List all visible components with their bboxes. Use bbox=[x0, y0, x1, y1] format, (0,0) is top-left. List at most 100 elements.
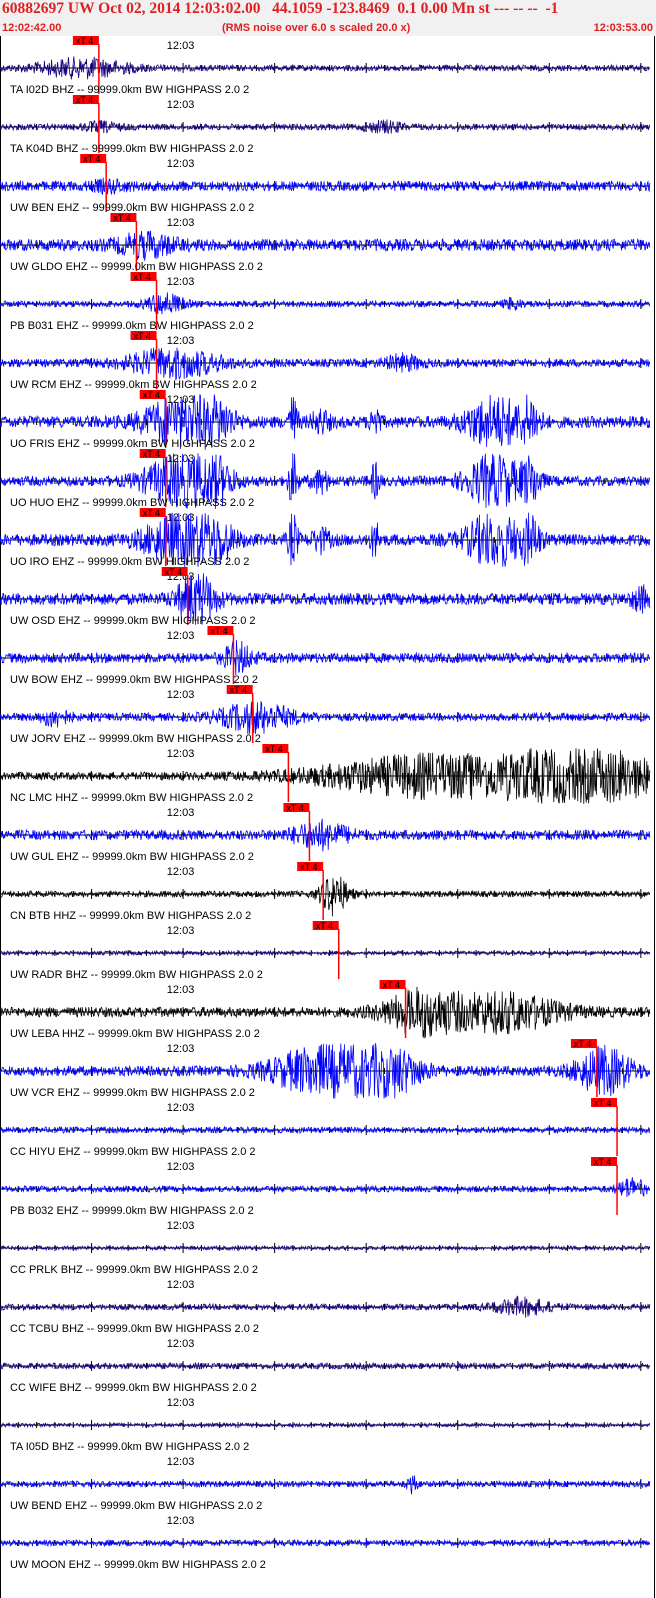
waveform bbox=[0, 230, 651, 261]
trace-label: UW JORV EHZ -- 99999.0km BW HIGHPASS 2.0… bbox=[10, 733, 261, 745]
pick-label: xT 4 bbox=[134, 331, 151, 341]
trace-row: 12:03 CC WIFE BHZ -- 99999.0km BW HIGHPAS… bbox=[0, 1338, 650, 1394]
minute-label: 12:03 bbox=[167, 984, 195, 996]
waveform bbox=[0, 1475, 651, 1495]
header-bar: 60882697 UW Oct 02, 2014 12:03:02.00 44.… bbox=[0, 0, 656, 36]
pick-label: xT 4 bbox=[143, 508, 160, 518]
minute-label: 12:03 bbox=[167, 925, 195, 937]
start-time: 12:02:42.00 bbox=[2, 22, 62, 34]
trace-row: 12:03xT 4UO IRO EHZ -- 99999.0km BW HIGH… bbox=[0, 508, 651, 568]
minute-label: 12:03 bbox=[167, 217, 195, 229]
waveform bbox=[0, 347, 651, 381]
minute-label: 12:03 bbox=[167, 335, 195, 347]
trace-row: 12:03 UW MOON EHZ -- 99999.0km BW HIGHPAS… bbox=[0, 1515, 651, 1571]
trace-row: 12:03 xT 4 NC LMC HHZ -- 99999.0km BW HIGH… bbox=[0, 744, 651, 804]
trace-row: 12:03xT 4UW OSD EHZ -- 99999.0km BW HIGH… bbox=[0, 567, 651, 627]
pick-label: xT 4 bbox=[594, 1157, 611, 1167]
trace-label: CN BTB HHZ -- 99999.0km BW HIGHPASS 2.0 … bbox=[10, 910, 251, 922]
trace-label: UO HUO EHZ -- 99999.0km BW HIGHPASS 2.0 … bbox=[10, 497, 254, 509]
trace-label: UW MOON EHZ -- 99999.0km BW HIGHPASS 2.0… bbox=[10, 1559, 266, 1571]
trace-label: UO FRIS EHZ -- 99999.0km BW HIGHPASS 2.0… bbox=[10, 438, 255, 450]
trace-row: 12:03 xT 4 UW BOW EHZ -- 99999.0km BW HIGH… bbox=[0, 626, 651, 686]
pick-label: xT 4 bbox=[76, 95, 93, 105]
trace-label: TA I02D BHZ -- 99999.0km BW HIGHPASS 2.0… bbox=[10, 84, 249, 96]
waveform bbox=[0, 1177, 651, 1198]
pick-label: xT 4 bbox=[316, 921, 333, 931]
pick-label: xT 4 bbox=[265, 744, 282, 754]
minute-label: 12:03 bbox=[167, 1043, 195, 1055]
minute-label: 12:03 bbox=[167, 1279, 195, 1291]
minute-label: 12:03 bbox=[167, 99, 195, 111]
minute-label: 12:03 bbox=[167, 1397, 195, 1409]
trace-label: CC WIFE BHZ -- 99999.0km BW HIGHPASS 2.0… bbox=[10, 1382, 257, 1394]
trace-label: PB B032 EHZ -- 99999.0km BW HIGHPASS 2.0… bbox=[10, 1205, 254, 1217]
pick-label: xT 4 bbox=[383, 980, 400, 990]
trace-row: 12:03 xT 4 CC HIYU EHZ -- 99999.0km BW HIG… bbox=[0, 1098, 651, 1158]
trace-row: 12:03 xT 4 PB B031 EHZ -- 99999.0km BW HIG… bbox=[0, 272, 651, 332]
trace-label: UW BEN EHZ -- 99999.0km BW HIGHPASS 2.0 … bbox=[10, 202, 254, 214]
waveform bbox=[0, 292, 651, 315]
trace-row: 12:03 xT 4 UW RCM EHZ -- 99999.0km BW HIGH… bbox=[0, 331, 651, 391]
pick-label: xT 4 bbox=[210, 626, 227, 636]
pick-label: xT 4 bbox=[134, 272, 151, 282]
pick-label: xT 4 bbox=[574, 1039, 591, 1049]
trace-row: 12:03 xT 4 UW RADR BHZ -- 99999.0km BW HIG… bbox=[0, 921, 651, 981]
trace-label: NC LMC HHZ -- 99999.0km BW HIGHPASS 2.0 … bbox=[10, 792, 253, 804]
trace-row: 12:03 TA I05D BHZ -- 99999.0km BW HIGHPAS… bbox=[0, 1397, 651, 1453]
minute-label: 12:03 bbox=[167, 1456, 195, 1468]
end-time: 12:03:53.00 bbox=[593, 22, 653, 34]
trace-label: UW GUL EHZ -- 99999.0km BW HIGHPASS 2.0 … bbox=[10, 851, 254, 863]
minute-label: 12:03 bbox=[167, 394, 195, 406]
pick-label: xT 4 bbox=[76, 36, 93, 46]
minute-label: 12:03 bbox=[167, 630, 195, 642]
trace-label: UW BEND EHZ -- 99999.0km BW HIGHPASS 2.0… bbox=[10, 1500, 262, 1512]
minute-label: 12:03 bbox=[167, 1220, 195, 1232]
minute-label: 12:03 bbox=[167, 1338, 195, 1350]
waveform bbox=[0, 701, 651, 735]
trace-row: 12:03 CC PRLK BHZ -- 99999.0km BW HIGHPAS… bbox=[0, 1220, 651, 1276]
trace-label: UW RADR BHZ -- 99999.0km BW HIGHPASS 2.0… bbox=[10, 969, 263, 981]
trace-row: 12:03 CC TCBU BHZ -- 99999.0km BW HIGHPAS… bbox=[0, 1279, 651, 1335]
minute-label: 12:03 bbox=[167, 1102, 195, 1114]
trace-row: 12:03 xT 4 CN BTB HHZ -- 99999.0km BW HIGH… bbox=[0, 862, 651, 922]
trace-row: 12:03 xT 4 UW VCR EHZ -- 99999.0km BW HIGH… bbox=[0, 1039, 651, 1099]
pick-label: xT 4 bbox=[83, 154, 100, 164]
pick-label: xT 4 bbox=[143, 390, 160, 400]
trace-row: 12:03 xT 4 UW LEBA HHZ -- 99999.0km BW HIG… bbox=[0, 980, 651, 1040]
trace-label: CC TCBU BHZ -- 99999.0km BW HIGHPASS 2.0… bbox=[10, 1323, 259, 1335]
pick-label: xT 4 bbox=[165, 567, 182, 577]
trace-label: UW LEBA HHZ -- 99999.0km BW HIGHPASS 2.0… bbox=[10, 1028, 260, 1040]
trace-row: 12:03 xT 4 TA I02D BHZ -- 99999.0km BW HIG… bbox=[0, 36, 651, 96]
minute-label: 12:03 bbox=[167, 807, 195, 819]
trace-label: UW RCM EHZ -- 99999.0km BW HIGHPASS 2.0 … bbox=[10, 379, 257, 391]
minute-label: 12:03 bbox=[167, 748, 195, 760]
waveform bbox=[0, 640, 651, 676]
pick-label: xT 4 bbox=[143, 449, 160, 459]
event-title: 60882697 UW Oct 02, 2014 12:03:02.00 44.… bbox=[2, 0, 559, 17]
pick-label: xT 4 bbox=[300, 862, 317, 872]
trace-label: TA I05D BHZ -- 99999.0km BW HIGHPASS 2.0… bbox=[10, 1441, 249, 1453]
trace-row: 12:03 UW BEND EHZ -- 99999.0km BW HIGHPAS… bbox=[0, 1456, 651, 1512]
noise-subtitle: (RMS noise over 6.0 s scaled 20.0 x) bbox=[222, 22, 411, 34]
minute-label: 12:03 bbox=[167, 1515, 195, 1527]
minute-label: 12:03 bbox=[167, 689, 195, 701]
trace-row: 12:03 xT 4 PB B032 EHZ -- 99999.0km BW HIG… bbox=[0, 1157, 651, 1217]
trace-row: 12:03 xT 4 UW GUL EHZ -- 99999.0km BW HIGH… bbox=[0, 803, 651, 863]
waveform bbox=[0, 1125, 651, 1135]
pick-label: xT 4 bbox=[286, 803, 303, 813]
pick-label: xT 4 bbox=[230, 685, 247, 695]
trace-label: UW VCR EHZ -- 99999.0km BW HIGHPASS 2.0 … bbox=[10, 1087, 255, 1099]
trace-row: 12:03 xT 4 UO FRIS EHZ -- 99999.0km BW HIG… bbox=[0, 390, 651, 450]
trace-row: 12:03 xT 4 UW JORV EHZ -- 99999.0km BW HIG… bbox=[0, 685, 651, 745]
trace-label: UO IRO EHZ -- 99999.0km BW HIGHPASS 2.0 … bbox=[10, 556, 249, 568]
trace-row: 12:03xT 4UO HUO EHZ -- 99999.0km BW HIGH… bbox=[0, 449, 651, 510]
minute-label: 12:03 bbox=[167, 1161, 195, 1173]
minute-label: 12:03 bbox=[167, 866, 195, 878]
minute-label: 12:03 bbox=[167, 276, 195, 288]
trace-label: CC PRLK BHZ -- 99999.0km BW HIGHPASS 2.0… bbox=[10, 1264, 258, 1276]
trace-label: PB B031 EHZ -- 99999.0km BW HIGHPASS 2.0… bbox=[10, 320, 254, 332]
pick-label: xT 4 bbox=[113, 213, 130, 223]
trace-label: CC HIYU EHZ -- 99999.0km BW HIGHPASS 2.0… bbox=[10, 1146, 256, 1158]
trace-row: 12:03 xT 4 TA K04D BHZ -- 99999.0km BW HIG… bbox=[0, 95, 651, 155]
pick-label: xT 4 bbox=[594, 1098, 611, 1108]
